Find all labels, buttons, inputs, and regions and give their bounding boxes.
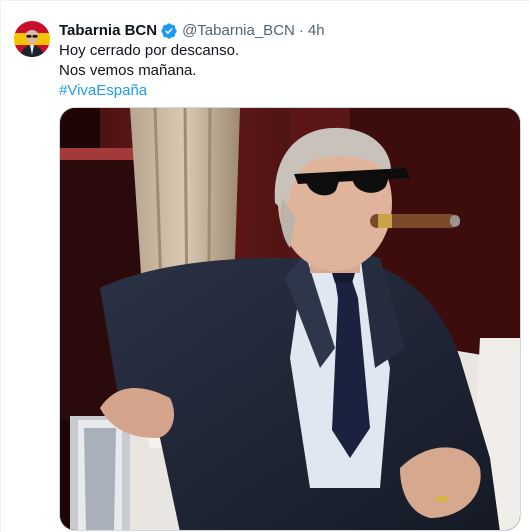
tweet-text: Hoy cerrado por descanso. Nos vemos maña… <box>59 41 239 101</box>
tweet-photo[interactable] <box>59 107 521 531</box>
display-name[interactable]: Tabarnia BCN <box>59 21 157 41</box>
separator-dot: · <box>298 22 304 39</box>
user-handle[interactable]: @Tabarnia_BCN <box>182 21 295 41</box>
tweet-line: Hoy cerrado por descanso. <box>59 42 240 59</box>
avatar[interactable] <box>14 21 50 57</box>
photo-man-with-sunglasses-and-cigar <box>60 108 520 530</box>
tweet-card[interactable]: Tabarnia BCN @Tabarnia_BCN · 4h Hoy cerr… <box>0 0 529 532</box>
hashtag-link[interactable]: #VivaEspaña <box>59 81 239 101</box>
avatar-image <box>14 21 50 57</box>
timestamp[interactable]: 4h <box>308 21 325 41</box>
verified-badge-icon <box>160 22 178 40</box>
tweet-line: Nos vemos mañana. <box>59 62 197 79</box>
tweet-header: Tabarnia BCN @Tabarnia_BCN · 4h <box>59 21 325 41</box>
